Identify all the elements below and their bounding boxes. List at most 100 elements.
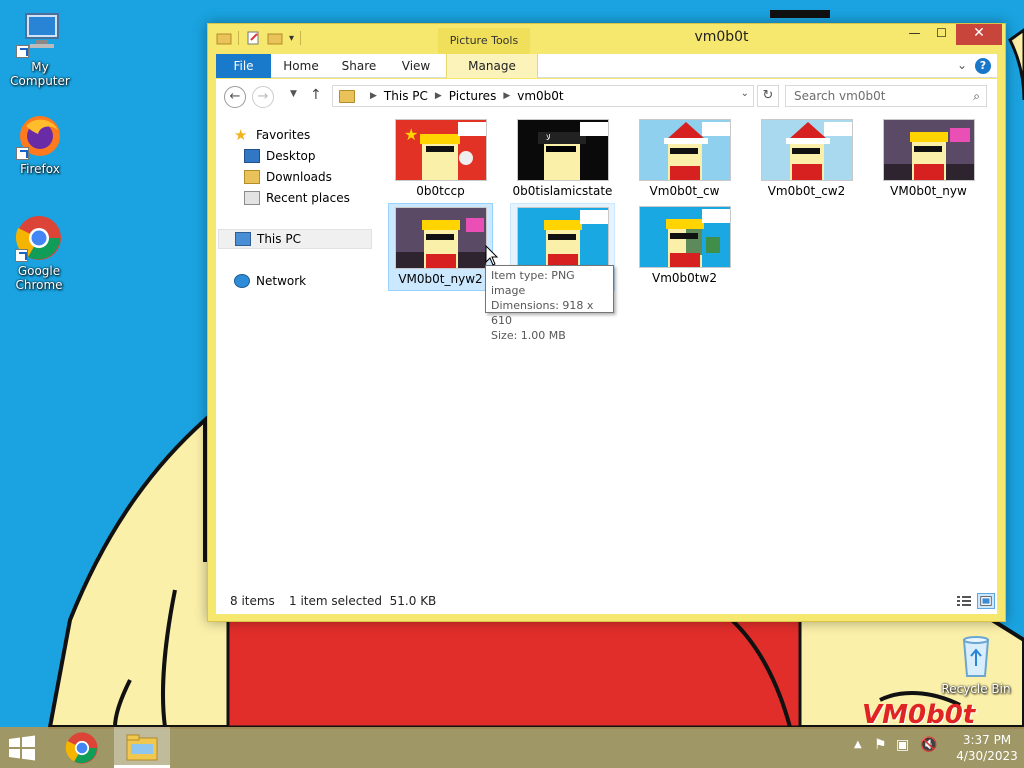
window-title: vm0b0t xyxy=(694,29,749,45)
file-item-0b0tccp[interactable]: ★ 0b0tccp xyxy=(388,116,493,204)
clock-date: 4/30/2023 xyxy=(956,749,1018,763)
firefox-icon xyxy=(16,112,64,160)
system-tray: ▲ ⚑ ▣ 🔇 3:37 PM 4/30/2023 xyxy=(844,727,1024,768)
volume-muted-icon[interactable]: 🔇 xyxy=(920,737,937,753)
breadcrumb-vm0b0t[interactable]: vm0b0t xyxy=(517,89,563,103)
title-bar[interactable]: ▾ Picture Tools vm0b0t — ☐ ✕ xyxy=(208,24,1005,54)
file-item-0b0tislamicstate[interactable]: ﻻ 0b0tislamicstate xyxy=(510,116,615,204)
file-name: Vm0b0tw2 xyxy=(652,271,717,285)
breadcrumb-this-pc[interactable]: This PC xyxy=(384,89,428,103)
file-name: VM0b0t_nyw xyxy=(890,184,967,198)
search-placeholder: Search vm0b0t xyxy=(794,89,886,103)
content-area: ★ Favorites Desktop Downloads Recent pla… xyxy=(216,113,997,589)
status-bar: 8 items 1 item selected 51.0 KB xyxy=(216,589,997,614)
tab-share[interactable]: Share xyxy=(334,54,384,78)
desktop-icon xyxy=(244,149,260,163)
file-name: 0b0tislamicstate xyxy=(512,184,613,198)
file-item-vm0b0t-cw2[interactable]: Vm0b0t_cw2 xyxy=(754,116,859,204)
help-icon[interactable]: ? xyxy=(975,58,991,74)
recent-locations-icon[interactable]: ▼ xyxy=(290,89,297,99)
tab-file[interactable]: File xyxy=(216,54,271,78)
up-arrow-icon[interactable]: ↑ xyxy=(310,87,322,103)
minimize-button[interactable]: — xyxy=(901,24,928,45)
image-thumbnail: ★ xyxy=(394,119,487,181)
nav-favorites[interactable]: ★ Favorites xyxy=(234,125,310,145)
network-status-icon[interactable]: ▣ xyxy=(896,737,909,753)
image-thumbnail xyxy=(760,119,853,181)
breadcrumb-chevron-icon[interactable]: ▶ xyxy=(503,91,510,101)
refresh-button[interactable]: ↻ xyxy=(757,85,779,107)
tooltip-item-type: Item type: PNG image xyxy=(491,269,575,297)
windows-start-icon[interactable] xyxy=(6,735,38,761)
search-input[interactable]: Search vm0b0t ⌕ xyxy=(785,85,987,107)
taskbar-file-explorer[interactable] xyxy=(114,727,170,768)
taskbar-chrome[interactable] xyxy=(54,727,110,768)
nav-downloads[interactable]: Downloads xyxy=(244,167,332,187)
tooltip-dimensions: Dimensions: 918 x 610 xyxy=(491,299,594,327)
image-thumbnail xyxy=(394,207,487,269)
desktop-icon-label: Google Chrome xyxy=(15,264,63,292)
large-icons-view-icon[interactable] xyxy=(977,593,995,609)
tab-view[interactable]: View xyxy=(394,54,438,78)
this-pc-icon xyxy=(235,232,251,246)
wallpaper-watermark: VM0b0t xyxy=(862,700,976,730)
nav-recent-places[interactable]: Recent places xyxy=(244,188,350,208)
details-view-icon[interactable] xyxy=(955,593,973,609)
close-button[interactable]: ✕ xyxy=(956,24,1002,45)
file-item-vm0b0t-nyw[interactable]: VM0b0t_nyw xyxy=(876,116,981,204)
desktop-icon-google-chrome[interactable]: Google Chrome xyxy=(0,214,78,292)
svg-text:★: ★ xyxy=(404,125,418,144)
image-thumbnail xyxy=(516,207,609,269)
maximize-button[interactable]: ☐ xyxy=(928,24,955,45)
recycle-bin-icon xyxy=(952,632,1000,680)
desktop-icon-label: Recycle Bin xyxy=(941,682,1011,696)
file-name: VM0b0t_nyw2 xyxy=(398,272,483,286)
file-name: Vm0b0t_cw2 xyxy=(767,184,846,198)
star-icon: ★ xyxy=(234,126,248,144)
computer-icon xyxy=(16,10,64,58)
desktop-icon-firefox[interactable]: Firefox xyxy=(0,112,80,176)
navigation-pane: ★ Favorites Desktop Downloads Recent pla… xyxy=(216,113,374,589)
tooltip-size: Size: 1.00 MB xyxy=(491,329,566,342)
back-button[interactable]: ← xyxy=(224,86,246,108)
image-thumbnail xyxy=(882,119,975,181)
clock-time: 3:37 PM xyxy=(962,733,1012,747)
file-item-vm0b0tw2[interactable]: Vm0b0tw2 xyxy=(632,203,737,291)
ribbon-tabs: File Home Share View Manage ⌄ ? xyxy=(216,54,997,78)
tab-manage[interactable]: Manage xyxy=(446,54,538,78)
downloads-icon xyxy=(244,170,260,184)
file-item-vm0b0t-cw[interactable]: Vm0b0t_cw xyxy=(632,116,737,204)
taskbar-clock[interactable]: 3:37 PM 4/30/2023 xyxy=(956,732,1018,764)
address-bar[interactable]: ▶ This PC ▶ Pictures ▶ vm0b0t ⌄ xyxy=(332,85,754,107)
taskbar: ▲ ⚑ ▣ 🔇 3:37 PM 4/30/2023 xyxy=(0,727,1024,768)
desktop-icon-recycle-bin[interactable]: Recycle Bin xyxy=(936,632,1016,696)
nav-desktop[interactable]: Desktop xyxy=(244,146,316,166)
desktop-icon-label: Firefox xyxy=(20,162,60,176)
file-list: ★ 0b0tccp ﻻ 0b0tislamicstate Vm0b0t_cw V… xyxy=(388,113,997,589)
image-thumbnail xyxy=(638,206,731,268)
image-thumbnail: ﻻ xyxy=(516,119,609,181)
desktop-icon-label: My Computer xyxy=(10,60,70,88)
address-dropdown-icon[interactable]: ⌄ xyxy=(741,88,749,99)
desktop-icon-my-computer[interactable]: My Computer xyxy=(0,10,80,88)
image-thumbnail xyxy=(638,119,731,181)
file-tooltip: Item type: PNG image Dimensions: 918 x 6… xyxy=(485,265,614,342)
search-icon[interactable]: ⌕ xyxy=(973,86,980,106)
chrome-icon xyxy=(65,732,98,764)
forward-button[interactable]: → xyxy=(252,86,274,108)
tab-home[interactable]: Home xyxy=(276,54,326,78)
breadcrumb-chevron-icon[interactable]: ▶ xyxy=(435,91,442,101)
item-count: 8 items xyxy=(230,594,275,608)
action-center-flag-icon[interactable]: ⚑ xyxy=(874,737,887,753)
mouse-pointer-icon xyxy=(485,245,499,266)
folder-icon xyxy=(339,89,355,103)
nav-network[interactable]: Network xyxy=(234,271,306,291)
show-hidden-icons-icon[interactable]: ▲ xyxy=(854,739,862,750)
navigation-bar: ← → ▼ ↑ ▶ This PC ▶ Pictures ▶ vm0b0t ⌄ … xyxy=(216,79,997,113)
breadcrumb-pictures[interactable]: Pictures xyxy=(449,89,497,103)
breadcrumb-chevron-icon[interactable]: ▶ xyxy=(370,91,377,101)
nav-this-pc[interactable]: This PC xyxy=(218,229,372,249)
network-icon xyxy=(234,274,250,288)
expand-ribbon-icon[interactable]: ⌄ xyxy=(957,58,967,72)
file-item-vm0b0t-nyw2[interactable]: VM0b0t_nyw2 xyxy=(388,203,493,291)
